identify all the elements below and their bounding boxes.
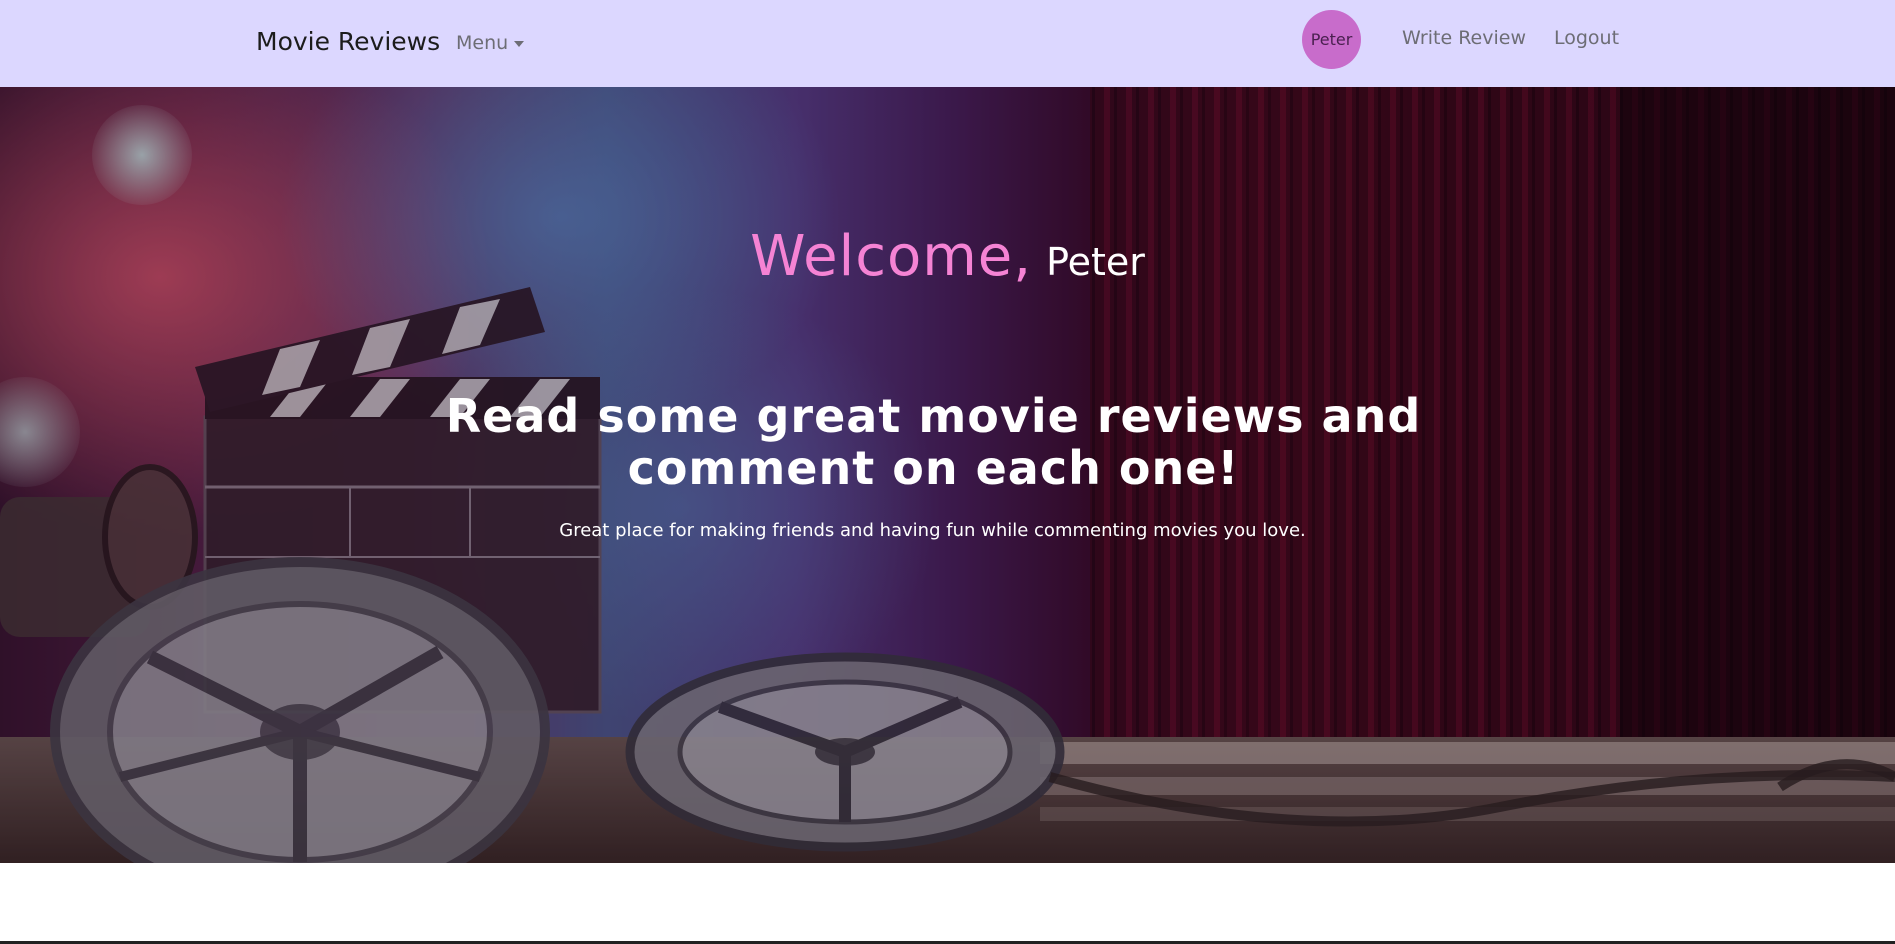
logout-link[interactable]: Logout bbox=[1554, 27, 1619, 49]
brand-link[interactable]: Movie Reviews bbox=[256, 27, 440, 56]
hero-headline: Read some great movie reviews and commen… bbox=[445, 389, 1422, 495]
menu-label: Menu bbox=[456, 32, 509, 54]
hero-subtitle: Great place for making friends and havin… bbox=[559, 520, 1306, 541]
welcome-word: Welcome, bbox=[750, 224, 1033, 289]
caret-down-icon bbox=[514, 41, 525, 47]
welcome-heading: Welcome, Peter bbox=[0, 224, 1895, 289]
write-review-link[interactable]: Write Review bbox=[1402, 27, 1526, 49]
user-avatar[interactable]: Peter bbox=[1302, 10, 1361, 69]
top-navbar: Movie Reviews Menu Peter Write Review Lo… bbox=[0, 0, 1895, 87]
welcome-username: Peter bbox=[1046, 240, 1145, 284]
menu-dropdown-toggle[interactable]: Menu bbox=[456, 32, 525, 54]
hero-banner: Welcome, Peter Read some great movie revi… bbox=[0, 87, 1895, 863]
